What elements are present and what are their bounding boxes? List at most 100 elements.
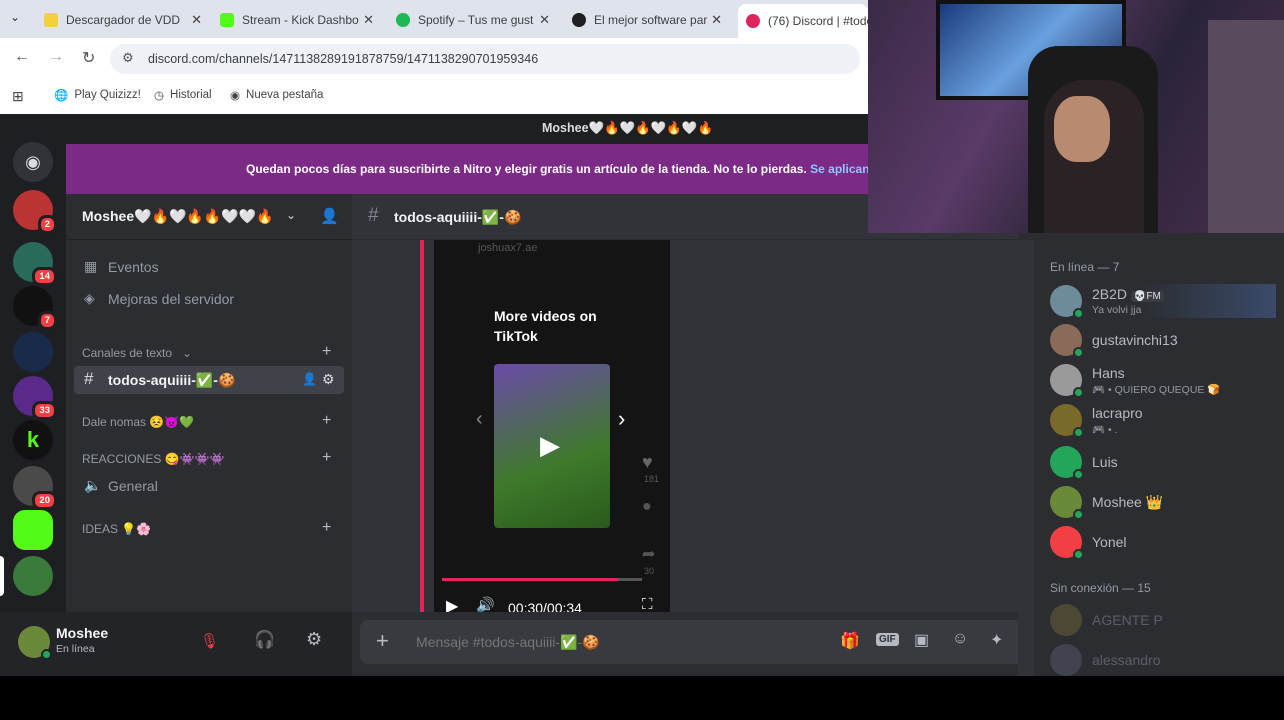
emoji-icon[interactable]: ☺ <box>952 630 968 648</box>
member-name: gustavinchi13 <box>1092 332 1178 348</box>
browser-tab[interactable]: Stream - Kick Dashbo ✕ <box>220 6 374 34</box>
server-icon[interactable] <box>13 332 53 372</box>
apps-icon[interactable]: ✦ <box>990 630 1003 650</box>
apps-grid-icon[interactable]: ⊞ <box>12 88 24 105</box>
bookmark-item[interactable]: 🌐 Play Quizizz! <box>54 88 141 102</box>
member-avatar <box>1050 285 1084 319</box>
online-status-dot <box>41 649 52 660</box>
create-channel-icon[interactable]: + <box>322 412 331 430</box>
browser-tab[interactable]: Spotify – Tus me gust ✕ <box>396 6 550 34</box>
member-name: Luis <box>1092 454 1118 470</box>
category-ideas[interactable]: IDEAS 💡🌸 <box>82 522 151 536</box>
forward-arrow-icon[interactable]: → <box>48 48 64 66</box>
user-status: En línea <box>56 643 95 655</box>
member-item[interactable]: AGENTE P <box>1050 604 1163 636</box>
invite-icon[interactable]: 👤 <box>302 372 317 386</box>
gif-icon[interactable]: GIF <box>876 633 899 646</box>
server-icon-active[interactable] <box>13 556 53 596</box>
nitro-banner-text: Quedan pocos días para suscribirte a Nit… <box>246 162 882 176</box>
discord-home-icon[interactable]: ◉ <box>13 142 53 182</box>
browser-tab[interactable]: El mejor software par ✕ <box>572 6 722 34</box>
server-header[interactable]: Moshee🤍🔥🤍🔥🔥🤍🤍🔥 ⌄ 👤 <box>66 194 352 240</box>
more-videos-title: More videos on TikTok <box>494 308 597 344</box>
share-icon: ➦ <box>642 546 656 563</box>
voice-channel-general[interactable]: General <box>108 478 158 494</box>
headphones-icon[interactable]: 🎧 <box>254 630 275 650</box>
member-item[interactable]: Luis <box>1050 446 1118 480</box>
server-icon[interactable]: 2 <box>13 190 57 234</box>
browser-tab-active[interactable]: (76) Discord | #todo <box>738 4 868 38</box>
create-channel-icon[interactable]: + <box>322 519 331 537</box>
server-boosts-link[interactable]: Mejoras del servidor <box>108 291 234 307</box>
server-icon[interactable]: 33 <box>13 376 57 420</box>
gear-icon[interactable]: ⚙ <box>322 371 335 388</box>
tiktok-video-embed[interactable]: joshuax7.ae More videos on TikTok ▶ ‹ › … <box>434 240 670 612</box>
tab-title: (76) Discord | #todo <box>768 14 868 28</box>
server-name: Moshee🤍🔥🤍🔥🔥🤍🤍🔥 <box>82 208 274 224</box>
category-dale-nomas[interactable]: Dale nomas 😣👿💚 <box>82 415 194 429</box>
create-channel-icon[interactable]: + <box>322 449 331 467</box>
previous-arrow-icon[interactable]: ‹ <box>476 408 483 431</box>
bookmark-item[interactable]: ◷ Historial <box>154 88 212 102</box>
tab-list-chevron-icon[interactable]: ⌄ <box>10 10 20 24</box>
mute-microphone-icon[interactable]: 🎙 <box>200 632 219 650</box>
address-bar[interactable]: ⚙ discord.com/channels/14711382891918787… <box>110 44 860 74</box>
member-avatar <box>1050 486 1084 520</box>
server-icon[interactable]: 20 <box>13 466 57 510</box>
member-item[interactable]: lacrapro 🎮 • . <box>1050 404 1143 438</box>
bookmark-label: Historial <box>170 89 212 101</box>
url-text: discord.com/channels/1471138289191878759… <box>148 52 539 66</box>
next-arrow-icon[interactable]: › <box>618 406 625 432</box>
tab-title: El mejor software par <box>594 13 708 27</box>
member-item[interactable]: Hans 🎮 • QUIERO QUEQUE 🍞 <box>1050 364 1220 398</box>
member-item[interactable]: Moshee 👑 <box>1050 486 1163 520</box>
server-icon[interactable]: 14 <box>13 242 57 286</box>
sticker-icon[interactable]: ▣ <box>914 630 929 650</box>
site-info-icon[interactable]: ⚙ <box>122 50 134 66</box>
spotify-icon <box>396 13 410 27</box>
gift-icon[interactable]: 🎁 <box>840 631 860 651</box>
member-item[interactable]: alessandro <box>1050 644 1161 676</box>
create-channel-icon[interactable]: + <box>322 343 331 361</box>
play-button-icon[interactable]: ▶ <box>446 596 458 612</box>
video-thumbnail[interactable]: ▶ <box>494 364 610 528</box>
member-item[interactable]: Yonel <box>1050 526 1127 560</box>
kick-icon <box>220 13 234 27</box>
back-arrow-icon[interactable]: ← <box>14 48 30 66</box>
kick-server-icon[interactable]: k <box>13 420 53 460</box>
gear-icon[interactable]: ⚙ <box>306 629 322 650</box>
text-channels-category[interactable]: Canales de texto <box>82 346 172 360</box>
volume-icon[interactable]: 🔊 <box>476 596 495 612</box>
bookmark-item[interactable]: ◉ Nueva pestaña <box>230 88 323 102</box>
member-tag: 💀FM <box>1130 291 1164 302</box>
close-tab-icon[interactable]: ✕ <box>711 12 722 28</box>
channel-item-active[interactable]: # todos-aquiiii-✅-🍪 👤 ⚙ <box>74 366 344 394</box>
server-icon[interactable]: 7 <box>13 286 57 330</box>
add-attachment-icon[interactable]: + <box>376 628 389 654</box>
close-tab-icon[interactable]: ✕ <box>539 12 550 28</box>
close-tab-icon[interactable]: ✕ <box>191 12 202 28</box>
mention-badge: 33 <box>32 401 57 420</box>
webcam-overlay <box>868 0 1284 233</box>
member-name: 2B2D 💀FM <box>1092 286 1164 302</box>
message-input[interactable] <box>416 630 796 654</box>
category-reacciones[interactable]: REACCIONES 😋👾👾👾 <box>82 452 224 466</box>
fullscreen-icon[interactable]: ⛶ <box>642 596 653 612</box>
video-progress-track[interactable] <box>442 578 642 581</box>
hashtag-icon: # <box>368 205 379 226</box>
member-item[interactable]: 2B2D 💀FM Ya volvi jja <box>1050 284 1276 319</box>
server-icon[interactable] <box>13 510 53 550</box>
calendar-icon: ▦ <box>84 258 98 274</box>
play-icon[interactable]: ▶ <box>540 430 560 461</box>
tab-favicon-icon <box>44 13 58 27</box>
message-input-bar: + 🎁 GIF ▣ ☺ ✦ <box>360 620 1026 664</box>
invite-people-icon[interactable]: 👤 <box>320 207 339 225</box>
chevron-down-icon[interactable]: ⌄ <box>286 208 296 222</box>
user-avatar[interactable] <box>18 626 52 660</box>
events-link[interactable]: Eventos <box>108 259 159 275</box>
close-tab-icon[interactable]: ✕ <box>363 12 374 28</box>
member-item[interactable]: gustavinchi13 <box>1050 324 1178 358</box>
reload-icon[interactable]: ↻ <box>82 48 95 68</box>
online-status-dot <box>1073 549 1084 560</box>
browser-tab[interactable]: Descargador de VDD ✕ <box>44 6 202 34</box>
